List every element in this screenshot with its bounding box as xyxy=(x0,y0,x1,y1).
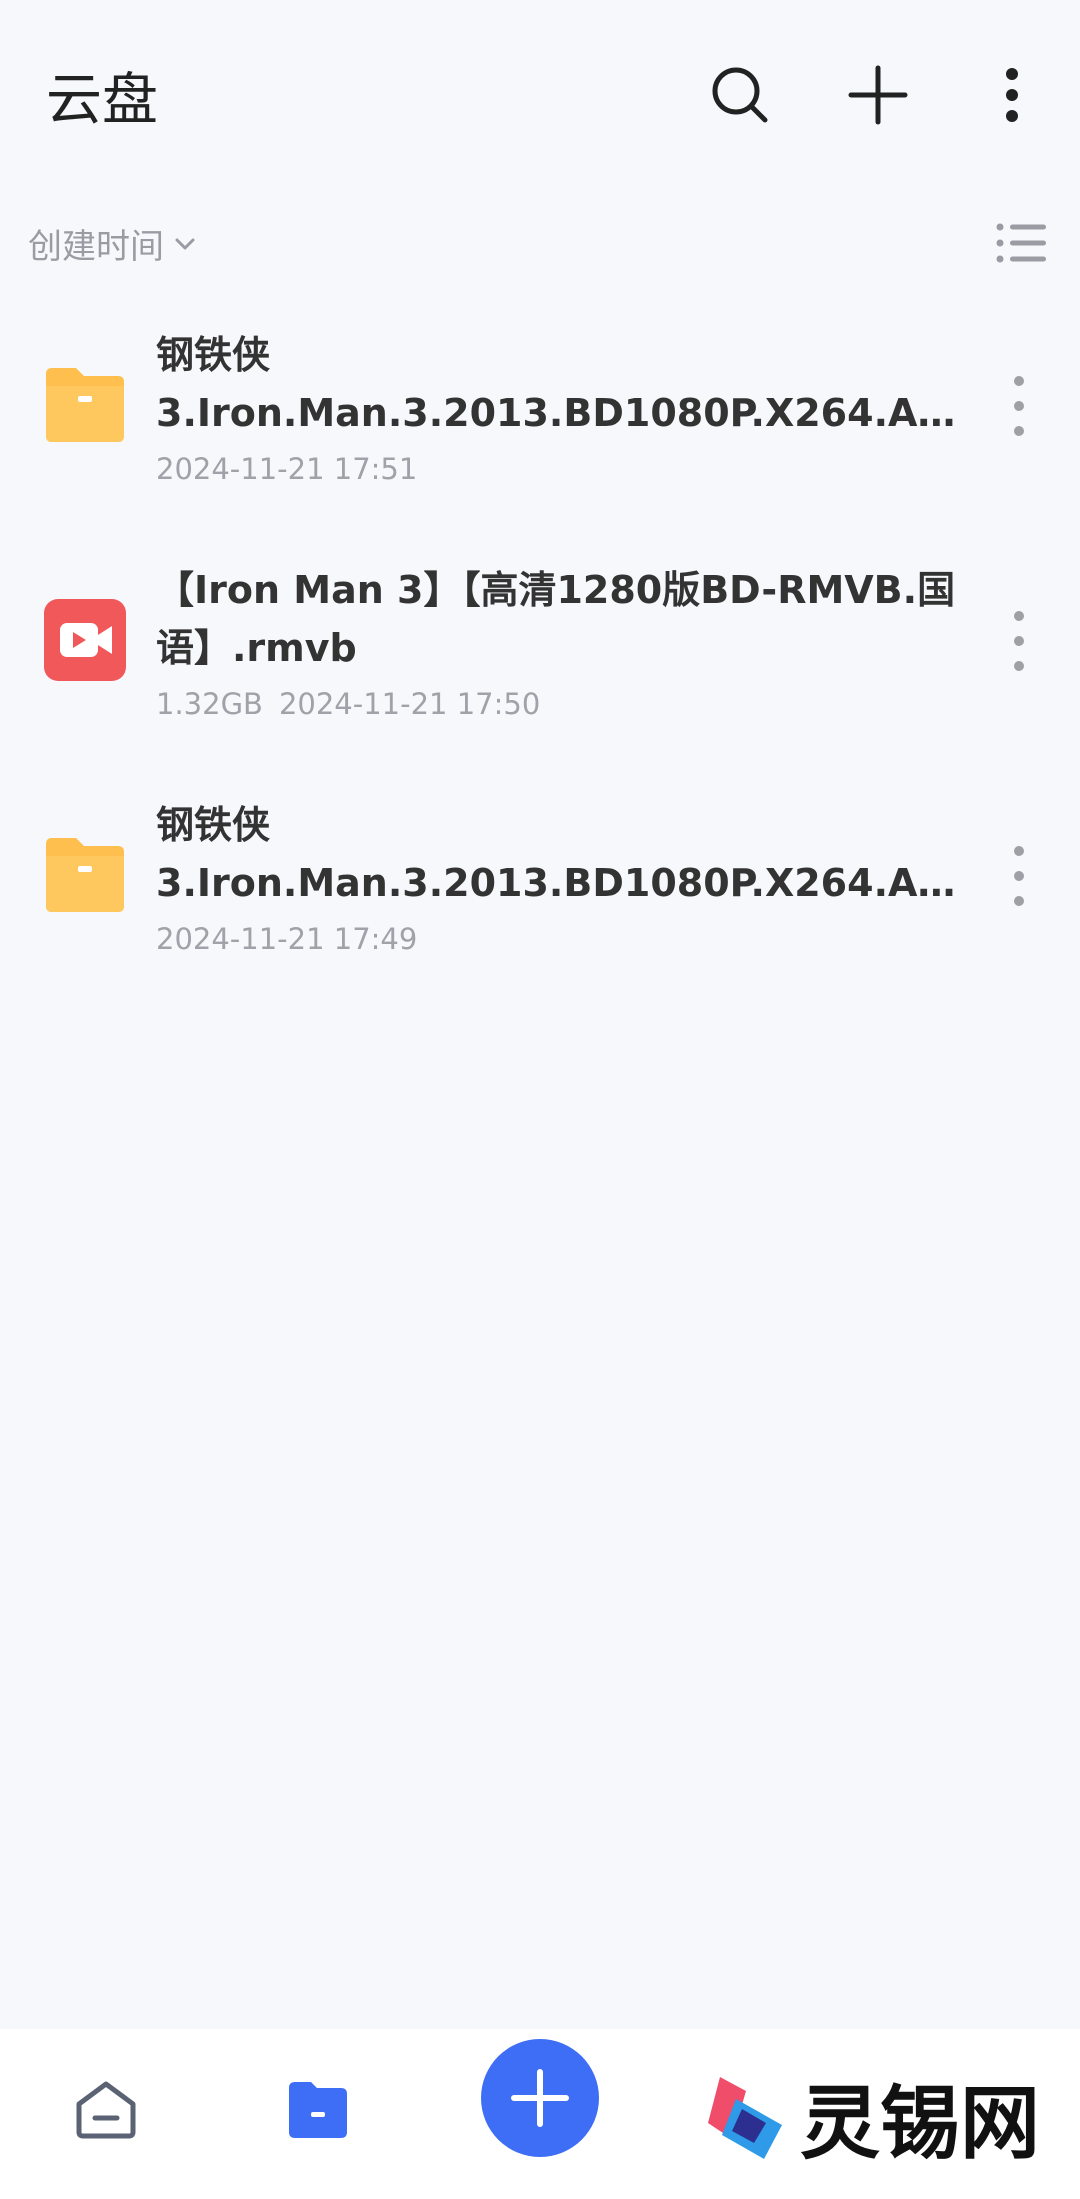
item-more-button[interactable] xyxy=(1002,846,1036,906)
more-menu-button[interactable] xyxy=(972,55,1052,135)
more-dot-icon xyxy=(1014,846,1024,856)
page-title: 云盘 xyxy=(46,68,158,133)
add-fab-button[interactable] xyxy=(481,2039,599,2157)
more-dot-icon xyxy=(1014,401,1024,411)
sort-bar: 创建时间 xyxy=(0,205,1080,275)
folder-icon xyxy=(46,368,124,442)
add-icon xyxy=(511,2069,569,2127)
file-meta: 2024-11-21 17:49 xyxy=(156,922,417,956)
sort-label: 创建时间 xyxy=(28,227,164,267)
list-item[interactable]: 钢铁侠 3.Iron.Man.3.2013.BD1080P.X264.AAC.M… xyxy=(0,300,1080,535)
file-name-line2: 语】.rmvb xyxy=(156,626,357,670)
app-header: 云盘 xyxy=(0,0,1080,190)
file-list: 钢铁侠 3.Iron.Man.3.2013.BD1080P.X264.AAC.M… xyxy=(0,300,1080,1005)
file-name-line2: 3.Iron.Man.3.2013.BD1080P.X264.AAC.M... xyxy=(156,391,976,435)
add-button[interactable] xyxy=(838,55,918,135)
home-icon xyxy=(76,2081,136,2139)
more-dot-icon xyxy=(1014,611,1024,621)
nav-cloud-drive[interactable] xyxy=(278,2069,358,2149)
more-dot-icon xyxy=(1014,896,1024,906)
list-item[interactable]: 钢铁侠 3.Iron.Man.3.2013.BD1080P.X264.AAC.M… xyxy=(0,770,1080,1005)
file-size: 1.32GB xyxy=(156,687,263,721)
watermark-logo: 灵锡网 xyxy=(702,2059,1040,2175)
item-more-button[interactable] xyxy=(1002,376,1036,436)
more-dot-icon xyxy=(1014,636,1024,646)
cloud-drive-icon xyxy=(289,2082,347,2138)
more-vertical-icon xyxy=(1006,68,1018,122)
more-dot-icon xyxy=(1014,661,1024,671)
file-date: 2024-11-21 17:50 xyxy=(278,687,541,721)
nav-home[interactable] xyxy=(66,2069,146,2149)
more-dot-icon xyxy=(1014,376,1024,386)
file-date: 2024-11-21 17:49 xyxy=(156,922,418,956)
search-icon xyxy=(712,67,768,123)
file-meta: 1.32GB 2024-11-21 17:50 xyxy=(156,687,540,721)
list-item[interactable]: 【Iron Man 3】【高清1280版BD-RMVB.国 语】.rmvb 1.… xyxy=(0,535,1080,770)
file-meta: 2024-11-21 17:51 xyxy=(156,452,417,486)
more-dot-icon xyxy=(1014,871,1024,881)
brand-logo-icon xyxy=(708,2077,782,2159)
search-button[interactable] xyxy=(700,55,780,135)
file-name-line2: 3.Iron.Man.3.2013.BD1080P.X264.AAC.M... xyxy=(156,861,976,905)
watermark-text: 灵锡网 xyxy=(800,2077,1040,2170)
file-name-line1: 钢铁侠 xyxy=(156,803,271,847)
sort-dropdown[interactable]: 创建时间 xyxy=(28,219,196,268)
chevron-down-icon xyxy=(175,238,195,249)
file-name-line1: 【Iron Man 3】【高清1280版BD-RMVB.国 xyxy=(156,568,956,612)
item-more-button[interactable] xyxy=(1002,611,1036,671)
folder-icon xyxy=(46,838,124,912)
video-file-icon xyxy=(44,599,126,681)
file-date: 2024-11-21 17:51 xyxy=(156,452,418,486)
file-name-line1: 钢铁侠 xyxy=(156,333,271,377)
view-toggle-button[interactable] xyxy=(994,215,1050,271)
bottom-navigation: 灵锡网 xyxy=(0,2029,1080,2199)
list-view-icon xyxy=(996,223,1046,263)
plus-icon xyxy=(848,65,908,125)
more-dot-icon xyxy=(1014,426,1024,436)
